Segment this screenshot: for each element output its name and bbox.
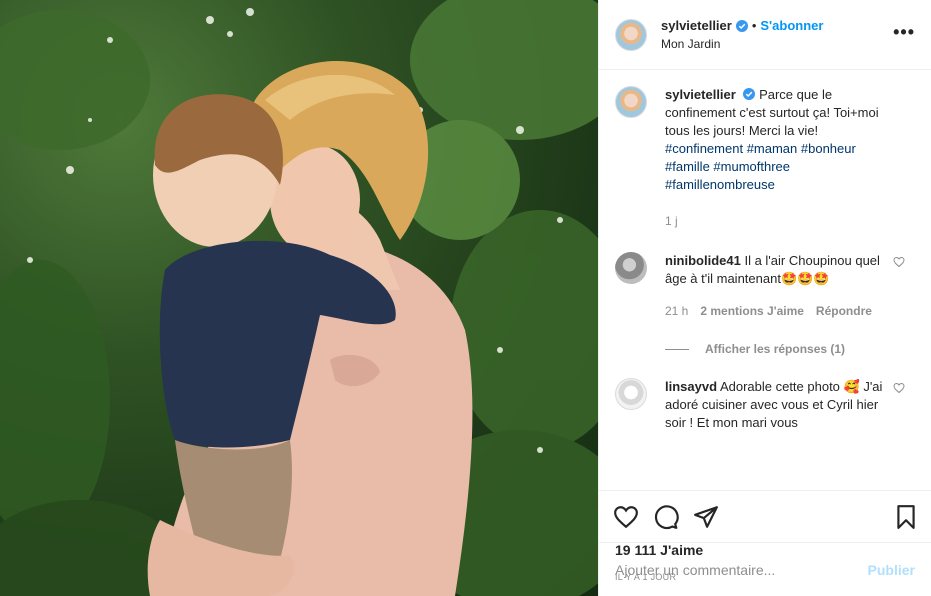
instagram-post: sylvietellier • S'abonner Mon Jardin •••… bbox=[0, 0, 931, 596]
comment-like-icon[interactable] bbox=[893, 382, 905, 394]
post-header: sylvietellier • S'abonner Mon Jardin ••• bbox=[599, 0, 931, 70]
post-photo[interactable] bbox=[0, 0, 598, 596]
comment-body: ninibolide41 Il a l'air Choupinou quel â… bbox=[665, 252, 887, 320]
hashtag[interactable]: #mumofthree bbox=[713, 159, 790, 174]
comment-body: linsayvd Adorable cette photo 🥰 J'ai ado… bbox=[665, 378, 887, 432]
view-replies-label[interactable]: Afficher les réponses (1) bbox=[705, 342, 845, 356]
comment-icon[interactable] bbox=[653, 504, 679, 530]
header-row: sylvietellier • S'abonner bbox=[661, 18, 823, 33]
share-icon[interactable] bbox=[693, 504, 719, 530]
comment: ninibolide41 Il a l'air Choupinou quel â… bbox=[615, 252, 915, 320]
caption-avatar[interactable] bbox=[615, 86, 647, 118]
hashtag[interactable]: #bonheur bbox=[801, 141, 856, 156]
caption-username[interactable]: sylvietellier bbox=[665, 87, 736, 102]
separator-dot: • bbox=[751, 18, 757, 33]
caption-time[interactable]: 1 j bbox=[665, 212, 887, 230]
reply-button[interactable]: Répondre bbox=[816, 302, 872, 320]
view-replies-button[interactable]: Afficher les réponses (1) bbox=[665, 342, 915, 356]
bookmark-icon[interactable] bbox=[893, 504, 919, 530]
author-username[interactable]: sylvietellier bbox=[661, 18, 732, 33]
post-side-panel: sylvietellier • S'abonner Mon Jardin •••… bbox=[598, 0, 931, 596]
hashtag[interactable]: #famille bbox=[665, 159, 710, 174]
publish-button[interactable]: Publier bbox=[868, 562, 915, 578]
more-options-icon[interactable]: ••• bbox=[893, 23, 915, 41]
comment-username[interactable]: ninibolide41 bbox=[665, 253, 741, 268]
comment-like-icon[interactable] bbox=[893, 256, 905, 268]
comment-input[interactable] bbox=[615, 561, 868, 578]
post-location[interactable]: Mon Jardin bbox=[661, 37, 823, 51]
hashtag[interactable]: #maman bbox=[747, 141, 798, 156]
commenter-avatar[interactable] bbox=[615, 252, 647, 284]
header-text: sylvietellier • S'abonner Mon Jardin bbox=[661, 18, 823, 51]
comment-username[interactable]: linsayvd bbox=[665, 379, 717, 394]
comment-time[interactable]: 21 h bbox=[665, 302, 688, 320]
caption: sylvietellier Parce que le confinement c… bbox=[615, 86, 915, 230]
photo-illustration bbox=[0, 0, 598, 596]
heart-icon[interactable] bbox=[613, 504, 639, 530]
hashtag[interactable]: #confinement bbox=[665, 141, 743, 156]
comment: linsayvd Adorable cette photo 🥰 J'ai ado… bbox=[615, 378, 915, 432]
replies-divider bbox=[665, 348, 689, 350]
comments-section[interactable]: sylvietellier Parce que le confinement c… bbox=[599, 70, 931, 490]
comment-likes[interactable]: 2 mentions J'aime bbox=[700, 302, 804, 320]
caption-body: sylvietellier Parce que le confinement c… bbox=[665, 86, 887, 230]
verified-badge-icon bbox=[735, 19, 748, 32]
author-avatar[interactable] bbox=[615, 18, 647, 51]
verified-badge-icon bbox=[743, 88, 756, 100]
hashtag[interactable]: #famillenombreuse bbox=[665, 177, 775, 192]
post-actions bbox=[599, 490, 931, 542]
comment-meta: 21 h 2 mentions J'aime Répondre bbox=[665, 302, 887, 320]
commenter-avatar[interactable] bbox=[615, 378, 647, 410]
follow-button[interactable]: S'abonner bbox=[760, 18, 823, 33]
add-comment-bar: Publier bbox=[599, 542, 931, 596]
